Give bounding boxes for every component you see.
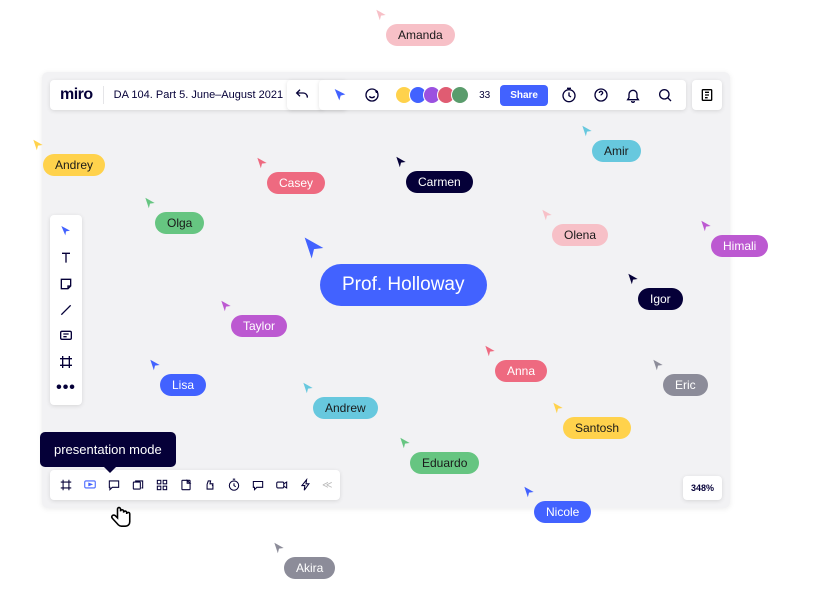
bolt-icon[interactable] (294, 470, 318, 500)
cursor-label: Taylor (231, 315, 287, 337)
cursor-andrew: Andrew (301, 381, 378, 419)
cursor-label: Anna (495, 360, 547, 382)
frames-panel-icon[interactable] (54, 470, 78, 500)
cursor-label: Casey (267, 172, 325, 194)
cursor-label: Santosh (563, 417, 631, 439)
help-icon[interactable] (586, 80, 616, 110)
cursor-label: Andrey (43, 154, 105, 176)
share-button[interactable]: Share (500, 85, 548, 106)
cursor-olga: Olga (143, 196, 204, 234)
participant-avatars[interactable] (389, 86, 475, 104)
note-icon[interactable] (174, 470, 198, 500)
app-icon[interactable] (150, 470, 174, 500)
timer-icon[interactable] (554, 80, 584, 110)
topbar-right: 33 Share (319, 80, 686, 110)
logo: miro (50, 86, 103, 104)
cursor-nicole: Nicole (522, 485, 591, 523)
cursor-label: Olga (155, 212, 204, 234)
participant-count: 33 (477, 90, 494, 101)
comment-tool-icon[interactable] (50, 323, 82, 349)
cursor-taylor: Taylor (219, 299, 287, 337)
topbar-left: miro DA 104. Part 5. June–August 2021 (50, 80, 324, 110)
cursor-lisa: Lisa (148, 358, 206, 396)
cursor-label: Andrew (313, 397, 378, 419)
present-icon[interactable] (78, 470, 102, 500)
cursor-label: Igor (638, 288, 683, 310)
text-tool-icon[interactable] (50, 245, 82, 271)
chat-icon[interactable] (246, 470, 270, 500)
cursor-professor: Prof. Holloway (300, 234, 487, 306)
collapse-icon[interactable]: ≪ (318, 480, 336, 491)
cursor-label: Lisa (160, 374, 206, 396)
frame-tool-icon[interactable] (50, 349, 82, 375)
more-tools-icon[interactable]: ••• (50, 375, 82, 401)
comments-icon[interactable] (102, 470, 126, 500)
cursor-igor: Igor (626, 272, 683, 310)
cursor-amir: Amir (580, 124, 641, 162)
cursor-label: Eduardo (410, 452, 479, 474)
select-tool-icon[interactable] (50, 219, 82, 245)
board-title[interactable]: DA 104. Part 5. June–August 2021 (104, 89, 293, 101)
cursor-akira: Akira (272, 541, 335, 579)
cursor-olena: Olena (540, 208, 608, 246)
cursor-anna: Anna (483, 344, 547, 382)
board-settings-icon[interactable] (692, 80, 722, 110)
search-icon[interactable] (650, 80, 680, 110)
cursor-label: Amanda (386, 24, 455, 46)
cursor-eric: Eric (651, 358, 708, 396)
timer-tool-icon[interactable] (222, 470, 246, 500)
cursor-label: Nicole (534, 501, 591, 523)
side-toolbar: ••• (50, 215, 82, 405)
cards-icon[interactable] (126, 470, 150, 500)
cursor-amanda: Amanda (374, 8, 455, 46)
cursor-santosh: Santosh (551, 401, 631, 439)
avatar (451, 86, 469, 104)
cursor-icon[interactable] (325, 80, 355, 110)
cursor-andrey: Andrey (31, 138, 105, 176)
bottom-toolbar: ≪ (50, 470, 340, 500)
cursor-label: Olena (552, 224, 608, 246)
cursor-himali: Himali (699, 219, 768, 257)
cursor-label: Prof. Holloway (320, 264, 487, 306)
vote-icon[interactable] (198, 470, 222, 500)
video-icon[interactable] (270, 470, 294, 500)
cursor-label: Himali (711, 235, 768, 257)
cursor-carmen: Carmen (394, 155, 473, 193)
hand-cursor-icon (107, 503, 135, 536)
reactions-icon[interactable] (357, 80, 387, 110)
cursor-label: Carmen (406, 171, 473, 193)
cursor-label: Akira (284, 557, 335, 579)
bell-icon[interactable] (618, 80, 648, 110)
cursor-casey: Casey (255, 156, 325, 194)
cursor-eduardo: Eduardo (398, 436, 479, 474)
cursor-label: Eric (663, 374, 708, 396)
undo-icon[interactable] (287, 80, 317, 110)
sticky-tool-icon[interactable] (50, 271, 82, 297)
tooltip-presentation-mode: presentation mode (40, 432, 176, 467)
cursor-label: Amir (592, 140, 641, 162)
line-tool-icon[interactable] (50, 297, 82, 323)
zoom-level[interactable]: 348% (683, 476, 722, 500)
